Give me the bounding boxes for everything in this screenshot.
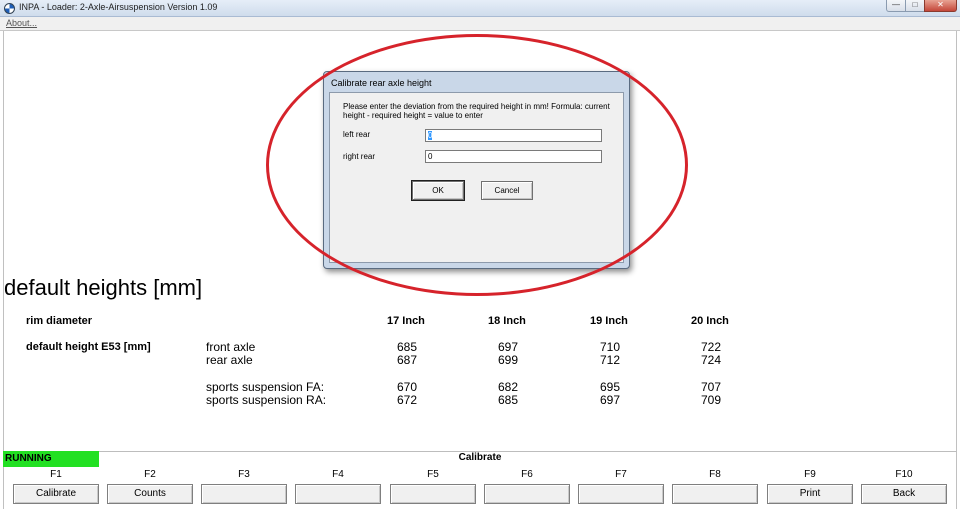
fkey-label-f4: F4 xyxy=(332,469,344,480)
table-cell: 695 xyxy=(599,380,621,394)
f4-button[interactable] xyxy=(295,484,381,504)
fkey-label-f2: F2 xyxy=(144,469,156,480)
fkey-label-f8: F8 xyxy=(709,469,721,480)
dialog-instruction: Please enter the deviation from the requ… xyxy=(343,102,610,120)
table-cell: 707 xyxy=(700,380,722,394)
table-cell: 710 xyxy=(599,340,621,354)
table-cell: 697 xyxy=(599,393,621,407)
table-cell: 699 xyxy=(497,353,519,367)
f7-button[interactable] xyxy=(578,484,664,504)
dialog-title: Calibrate rear axle height xyxy=(331,78,432,88)
table-cell: 697 xyxy=(497,340,519,354)
calibrate-dialog: Calibrate rear axle height Please enter … xyxy=(323,71,630,269)
table-cell: 682 xyxy=(497,380,519,394)
column-header-20: 20 Inch xyxy=(691,315,729,327)
row-label-sports-fa: sports suspension FA: xyxy=(206,380,325,394)
table-cell: 724 xyxy=(700,353,722,367)
table-cell: 685 xyxy=(396,340,418,354)
status-badge: RUNNING xyxy=(3,451,99,467)
page-heading: default heights [mm] xyxy=(4,275,203,300)
dialog-body: Please enter the deviation from the requ… xyxy=(329,92,624,263)
right-rear-label: right rear xyxy=(343,152,376,161)
row-label-front-axle: front axle xyxy=(206,340,256,354)
menu-about[interactable]: About... xyxy=(6,18,37,28)
menu-bar: About... xyxy=(0,17,960,31)
fkey-label-f9: F9 xyxy=(804,469,816,480)
f8-button[interactable] xyxy=(672,484,758,504)
bmw-logo-icon xyxy=(4,3,15,14)
close-button[interactable]: ✕ xyxy=(924,0,957,12)
right-rear-value: 0 xyxy=(428,152,433,161)
fkey-label-f3: F3 xyxy=(238,469,250,480)
column-header-19: 19 Inch xyxy=(590,315,628,327)
default-height-label: default height E53 [mm] xyxy=(26,341,151,353)
fkey-label-f1: F1 xyxy=(50,469,62,480)
column-header-18: 18 Inch xyxy=(488,315,526,327)
minimize-button[interactable]: — xyxy=(886,0,906,12)
window-title: INPA - Loader: 2-Axle-Airsuspension Vers… xyxy=(19,2,218,12)
column-header-17: 17 Inch xyxy=(387,315,425,327)
f6-button[interactable] xyxy=(484,484,570,504)
left-rear-value: 0 xyxy=(428,131,433,140)
f9-print-button[interactable]: Print xyxy=(767,484,853,504)
f3-button[interactable] xyxy=(201,484,287,504)
left-rear-input[interactable]: 0 xyxy=(425,129,602,142)
table-cell: 685 xyxy=(497,393,519,407)
status-title: Calibrate xyxy=(458,452,502,463)
table-cell: 672 xyxy=(396,393,418,407)
table-cell: 709 xyxy=(700,393,722,407)
table-cell: 670 xyxy=(396,380,418,394)
row-label-sports-ra: sports suspension RA: xyxy=(206,393,327,407)
fkey-label-f6: F6 xyxy=(521,469,533,480)
row-label-rear-axle: rear axle xyxy=(206,353,253,367)
table-cell: 712 xyxy=(599,353,621,367)
f5-button[interactable] xyxy=(390,484,476,504)
table-cell: 687 xyxy=(396,353,418,367)
table-cell: 722 xyxy=(700,340,722,354)
f1-calibrate-button[interactable]: Calibrate xyxy=(13,484,99,504)
fkey-label-f5: F5 xyxy=(427,469,439,480)
right-rear-input[interactable]: 0 xyxy=(425,150,602,163)
rim-diameter-label: rim diameter xyxy=(26,315,93,327)
title-bar: INPA - Loader: 2-Axle-Airsuspension Vers… xyxy=(0,0,960,17)
maximize-button[interactable]: □ xyxy=(905,0,925,12)
f10-back-button[interactable]: Back xyxy=(861,484,947,504)
fkey-label-f7: F7 xyxy=(615,469,627,480)
ok-button[interactable]: OK xyxy=(411,180,465,201)
fkey-label-f10: F10 xyxy=(895,469,913,480)
left-rear-label: left rear xyxy=(343,130,371,139)
f2-counts-button[interactable]: Counts xyxy=(107,484,193,504)
cancel-button[interactable]: Cancel xyxy=(481,181,533,200)
